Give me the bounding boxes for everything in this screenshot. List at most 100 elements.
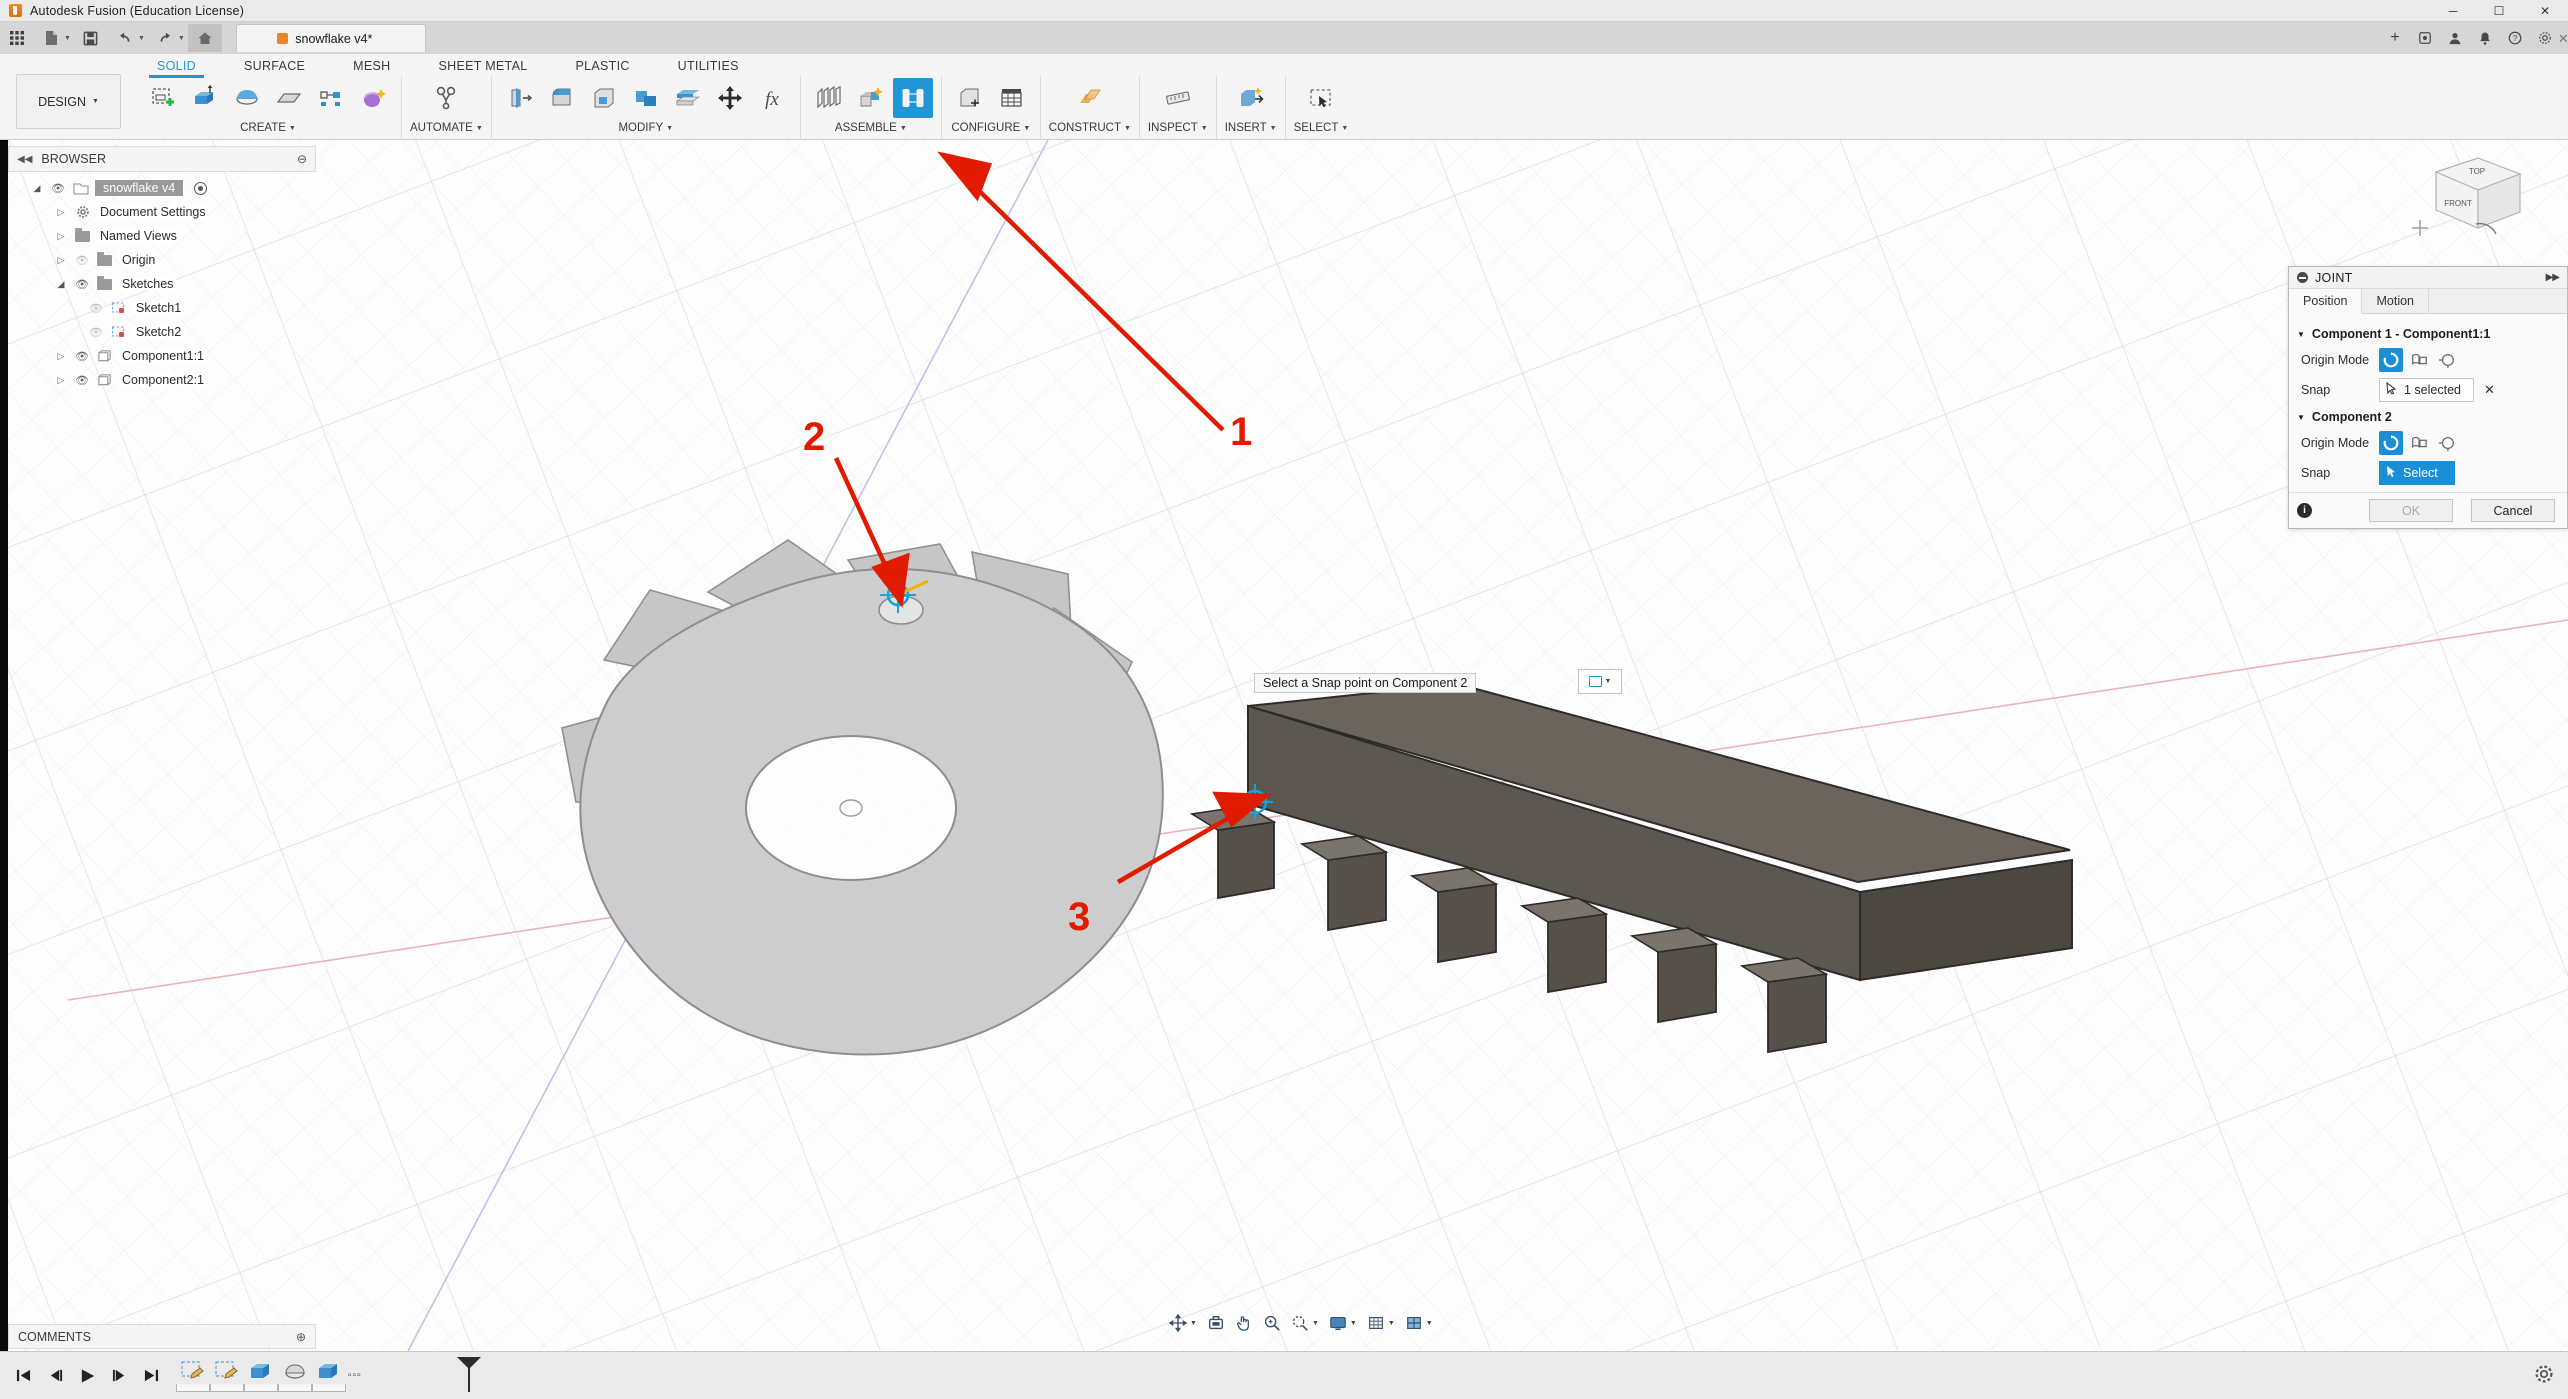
extensions-icon[interactable] bbox=[2410, 24, 2440, 52]
collapse-dialog-icon[interactable] bbox=[2297, 272, 2308, 283]
tree-node-sketch2[interactable]: 👁 Sketch2 bbox=[8, 320, 316, 344]
info-icon[interactable]: i bbox=[2297, 503, 2312, 518]
timeline-feature-sketch2[interactable] bbox=[210, 1360, 244, 1394]
grid-apps-icon[interactable] bbox=[0, 24, 34, 52]
comments-panel[interactable]: COMMENTS ⊕ bbox=[8, 1324, 316, 1349]
canvas-marking-menu-popup[interactable]: ▼ bbox=[1578, 669, 1622, 694]
chevron-down-icon[interactable]: ▼ bbox=[1350, 1320, 1357, 1327]
chevron-down-icon[interactable]: ▼ bbox=[1312, 1320, 1319, 1327]
orbit-icon[interactable] bbox=[1165, 1311, 1191, 1335]
chevron-down-icon[interactable]: ▼ bbox=[1426, 1320, 1433, 1327]
ribbon-group-assemble-label[interactable]: ASSEMBLE ▼ bbox=[835, 120, 907, 136]
new-file-icon[interactable] bbox=[34, 24, 68, 52]
home-icon[interactable] bbox=[187, 24, 222, 52]
offset-face-icon[interactable] bbox=[668, 78, 708, 118]
between-two-faces-icon[interactable] bbox=[2407, 348, 2431, 372]
joint-origin-icon[interactable] bbox=[851, 78, 891, 118]
visibility-eye-icon[interactable]: 👁 bbox=[50, 182, 66, 195]
ribbon-group-modify-label[interactable]: MODIFY ▼ bbox=[618, 120, 673, 136]
section-component-2-header[interactable]: ▼ Component 2 bbox=[2289, 405, 2567, 428]
move-copy-icon[interactable] bbox=[710, 78, 750, 118]
step-back-icon[interactable] bbox=[42, 1363, 68, 1389]
tab-utilities[interactable]: UTILITIES bbox=[654, 56, 763, 78]
ribbon-group-select-label[interactable]: SELECT ▼ bbox=[1294, 120, 1349, 136]
timeline-feature-revolve[interactable] bbox=[278, 1360, 312, 1394]
viewport-canvas[interactable]: 1 2 3 bbox=[8, 140, 2568, 1351]
extrude-icon[interactable] bbox=[185, 78, 225, 118]
select-window-icon[interactable] bbox=[1301, 78, 1341, 118]
press-pull-icon[interactable] bbox=[500, 78, 540, 118]
tab-surface[interactable]: SURFACE bbox=[220, 56, 329, 78]
sweep-icon[interactable] bbox=[269, 78, 309, 118]
chevron-down-icon[interactable]: ▼ bbox=[1190, 1320, 1197, 1327]
browser-options-icon[interactable]: ⊖ bbox=[297, 152, 307, 166]
go-to-beginning-icon[interactable] bbox=[10, 1363, 36, 1389]
view-cube[interactable]: TOP FRONT bbox=[2396, 150, 2526, 260]
tab-position[interactable]: Position bbox=[2289, 289, 2363, 314]
save-icon[interactable] bbox=[74, 24, 108, 52]
between-two-faces-icon[interactable] bbox=[2407, 431, 2431, 455]
ribbon-group-construct-label[interactable]: CONSTRUCT ▼ bbox=[1049, 120, 1131, 136]
play-icon[interactable] bbox=[74, 1363, 100, 1389]
component-1-snap-selection[interactable]: 1 selected bbox=[2379, 378, 2474, 402]
rectangular-pattern-icon[interactable] bbox=[311, 78, 351, 118]
visibility-eye-off-icon[interactable]: 👁 bbox=[74, 254, 90, 267]
tab-motion[interactable]: Motion bbox=[2362, 289, 2430, 313]
zoom-icon[interactable] bbox=[1287, 1311, 1313, 1335]
settings-gear-icon[interactable] bbox=[2530, 24, 2560, 52]
add-comment-icon[interactable]: ⊕ bbox=[296, 1330, 306, 1344]
visibility-eye-off-icon[interactable]: 👁 bbox=[88, 326, 104, 339]
create-sketch-icon[interactable] bbox=[143, 78, 183, 118]
insert-derive-icon[interactable] bbox=[1231, 78, 1271, 118]
timeline-settings[interactable] bbox=[2534, 1364, 2554, 1387]
timeline-playhead-marker[interactable] bbox=[457, 1356, 481, 1392]
ribbon-group-automate-label[interactable]: AUTOMATE ▼ bbox=[410, 120, 483, 136]
tab-sheet-metal[interactable]: SHEET METAL bbox=[414, 56, 551, 78]
zoom-window-icon[interactable] bbox=[1259, 1311, 1285, 1335]
tree-node-component1[interactable]: ▷ 👁 Component1:1 bbox=[8, 344, 316, 368]
tab-solid[interactable]: SOLID bbox=[133, 56, 220, 78]
expand-arrow-icon[interactable]: ▷ bbox=[54, 351, 68, 362]
tab-mesh[interactable]: MESH bbox=[329, 56, 414, 78]
measure-icon[interactable] bbox=[1158, 78, 1198, 118]
tree-node-snowflake[interactable]: ◢ 👁 snowflake v4 bbox=[8, 176, 316, 200]
clear-selection-icon[interactable]: ✕ bbox=[2484, 382, 2495, 398]
timeline-feature-extrude1[interactable] bbox=[244, 1360, 278, 1394]
expand-arrow-icon[interactable]: ◢ bbox=[30, 183, 44, 194]
go-to-end-icon[interactable] bbox=[138, 1363, 164, 1389]
chevron-down-icon[interactable]: ▼ bbox=[1388, 1320, 1395, 1327]
fillet-icon[interactable] bbox=[542, 78, 582, 118]
maximize-button[interactable]: ☐ bbox=[2476, 0, 2522, 21]
section-component-1-header[interactable]: ▼ Component 1 - Component1:1 bbox=[2289, 322, 2567, 345]
revolve-icon[interactable] bbox=[227, 78, 267, 118]
tree-node-document-settings[interactable]: ▷ Document Settings bbox=[8, 200, 316, 224]
tree-node-origin[interactable]: ▷ 👁 Origin bbox=[8, 248, 316, 272]
display-settings-icon[interactable] bbox=[1325, 1311, 1351, 1335]
notifications-icon[interactable] bbox=[2470, 24, 2500, 52]
tree-node-sketches[interactable]: ◢ 👁 Sketches bbox=[8, 272, 316, 296]
visibility-eye-icon[interactable]: 👁 bbox=[74, 350, 90, 363]
ok-button[interactable]: OK bbox=[2369, 499, 2453, 522]
two-edge-intersection-icon[interactable] bbox=[2435, 431, 2459, 455]
timeline-more-features[interactable]: ▫▫▫ bbox=[348, 1370, 362, 1381]
close-button[interactable]: ✕ bbox=[2522, 0, 2568, 21]
simple-origin-icon[interactable] bbox=[2379, 348, 2403, 372]
simple-origin-icon[interactable] bbox=[2379, 431, 2403, 455]
two-edge-intersection-icon[interactable] bbox=[2435, 348, 2459, 372]
expand-arrow-icon[interactable]: ▷ bbox=[54, 255, 68, 266]
configuration-table-icon[interactable] bbox=[992, 78, 1032, 118]
design-workspace-switcher[interactable]: DESIGN ▼ bbox=[16, 74, 121, 129]
ribbon-group-configure-label[interactable]: CONFIGURE ▼ bbox=[951, 120, 1030, 136]
joint-icon[interactable] bbox=[892, 78, 933, 118]
expand-dialog-icon[interactable]: ▶▶ bbox=[2546, 272, 2560, 283]
configure-icon[interactable] bbox=[950, 78, 990, 118]
combine-icon[interactable] bbox=[626, 78, 666, 118]
tree-node-sketch1[interactable]: 👁 Sketch1 bbox=[8, 296, 316, 320]
expand-arrow-icon[interactable]: ◢ bbox=[54, 279, 68, 290]
chevron-down-icon[interactable]: ▼ bbox=[1605, 678, 1612, 685]
tab-plastic[interactable]: PLASTIC bbox=[551, 56, 653, 78]
active-component-radio[interactable] bbox=[194, 181, 208, 195]
pan-icon[interactable] bbox=[1231, 1311, 1257, 1335]
tree-node-component2[interactable]: ▷ 👁 Component2:1 bbox=[8, 368, 316, 392]
cancel-button[interactable]: Cancel bbox=[2471, 499, 2555, 522]
